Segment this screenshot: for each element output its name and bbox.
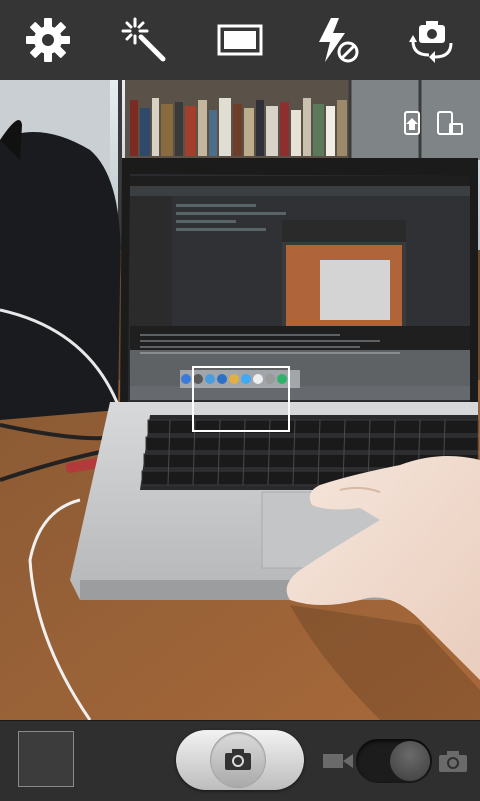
photo-video-toggle[interactable] [356,739,432,783]
settings-button[interactable] [16,8,80,72]
camera-icon [225,749,251,770]
focus-indicator [192,366,290,432]
effects-button[interactable] [112,8,176,72]
switch-camera-button[interactable] [400,8,464,72]
camera-toolbar [0,0,480,81]
video-camera-icon[interactable] [323,751,353,771]
magic-wand-icon [121,17,166,62]
last-photo-thumbnail[interactable] [18,731,74,787]
phone-rotate-icon [404,111,420,135]
aspect-ratio-button[interactable] [208,8,272,72]
gear-icon [26,18,70,62]
toggle-knob[interactable] [390,741,430,781]
shutter-inner [210,732,266,788]
aspect-ratio-icon [217,24,263,56]
photo-mode-icon[interactable] [438,749,468,773]
camera-controls [0,720,480,801]
camera-viewfinder[interactable] [0,80,480,720]
shutter-button[interactable] [176,730,304,790]
flash-button[interactable] [304,8,368,72]
flash-off-icon [319,18,359,63]
switch-camera-icon [409,21,453,63]
device-switch-icon [437,111,463,135]
